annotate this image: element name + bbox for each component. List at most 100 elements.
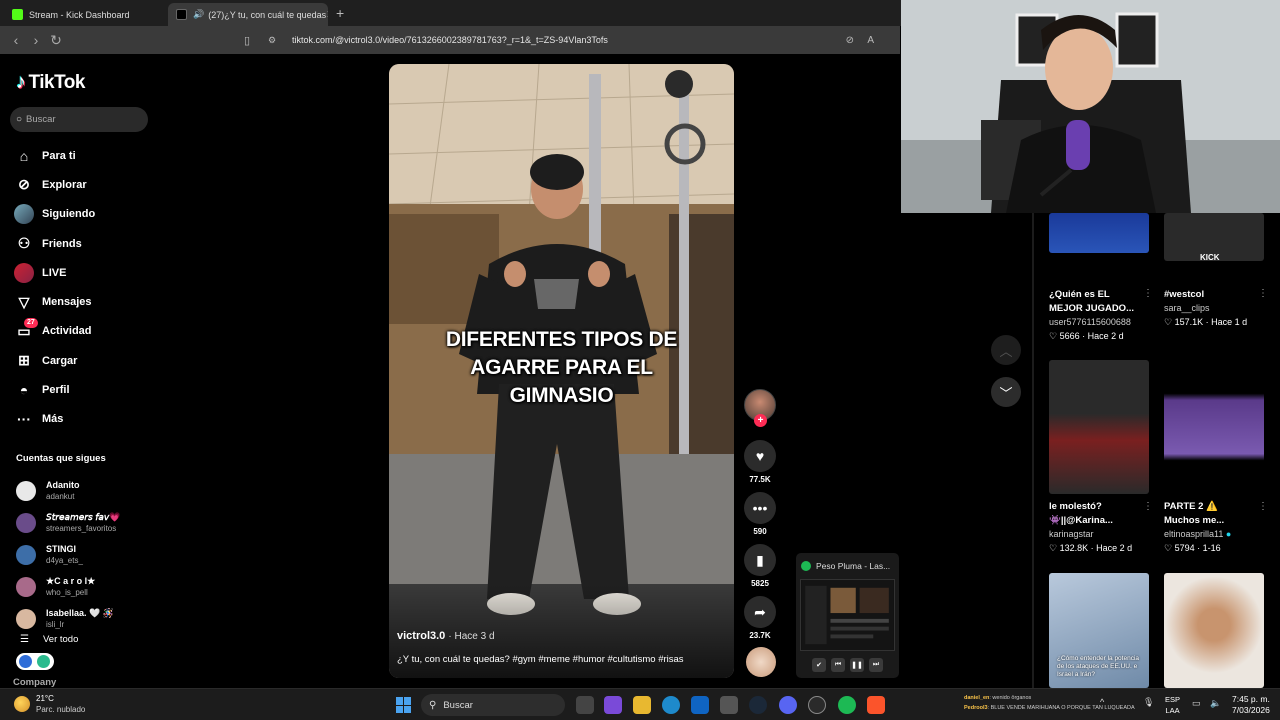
store-icon[interactable] (720, 696, 738, 714)
language-indicator[interactable]: ESP LAA (1165, 694, 1180, 716)
edge-icon[interactable] (662, 696, 680, 714)
nav-item-friends[interactable]: ⚇ Friends (14, 229, 154, 258)
share-button[interactable]: ➦ 23.7K (744, 596, 776, 640)
bookmark-icon: ▮ (744, 544, 776, 576)
caption-line: GIMNASIO (509, 384, 614, 407)
recommendation-card[interactable]: ⋮ ¿Quién es EL MEJOR JUGADO... user57761… (1049, 288, 1153, 343)
like-button[interactable]: ♥ 77.5K (744, 440, 776, 484)
nav-label: Para ti (42, 149, 76, 162)
discord-icon[interactable] (779, 696, 797, 714)
network-icon[interactable]: ▭ (1192, 698, 1201, 709)
pause-icon[interactable]: ❚❚ (850, 658, 864, 672)
task-view-icon[interactable] (576, 696, 594, 714)
recommendation-card[interactable]: ¿Cómo entender la potencia de los ataque… (1049, 573, 1149, 688)
previous-video-button[interactable]: ︿ (991, 335, 1021, 365)
account-handle: d4ya_ets_ (46, 556, 83, 565)
system-clock[interactable]: 7:45 p. m. 7/03/2026 (1232, 694, 1270, 716)
more-options-icon[interactable]: ⋮ (1258, 288, 1268, 299)
kick-overlay: KICK (1200, 253, 1220, 261)
list-item[interactable]: STINGI d4ya_ets_ (16, 539, 156, 571)
recommendation-card[interactable]: ⋮ #westcol sara__clips ♡ 157.1K · Hace 1… (1164, 288, 1268, 329)
save-button[interactable]: ▮ 5825 (744, 544, 776, 588)
nav-item-siguiendo[interactable]: Siguiendo (14, 200, 154, 229)
search-input[interactable]: ○ Buscar (10, 107, 148, 132)
recommendation-card[interactable]: ⋮ PARTE 2 ⚠️ Muchos me... eltinoasprilla… (1164, 360, 1268, 555)
nav-label: Actividad (42, 325, 92, 338)
site-info-icon[interactable]: ⚙ (268, 35, 284, 46)
comment-button[interactable]: ••• 590 (744, 492, 776, 536)
recommendation-card[interactable] (1164, 573, 1264, 688)
brave-icon[interactable] (867, 696, 885, 714)
translate-icon[interactable]: A (867, 35, 874, 46)
file-explorer-icon[interactable] (633, 696, 651, 714)
live-icon (14, 262, 34, 283)
previous-icon[interactable]: ⏮ (831, 658, 845, 672)
obs-icon[interactable] (808, 696, 826, 714)
steam-icon[interactable] (749, 696, 767, 714)
more-options-icon[interactable]: ⋮ (1258, 501, 1268, 512)
main-nav: ⌂ Para ti ⊘ Explorar Siguiendo ⚇ Friends… (14, 141, 154, 434)
next-video-button[interactable]: ﹀ (991, 377, 1021, 407)
more-options-icon[interactable]: ⋮ (1143, 501, 1153, 512)
recommendation-card[interactable]: ⋮ le molestó? 👾||@Karina... karinagstar … (1049, 360, 1153, 555)
list-item[interactable]: Isabellaa. 🤍 🪅 isli_lr (16, 603, 156, 635)
volume-icon[interactable]: 🔈 (1210, 698, 1221, 709)
plus-icon[interactable]: + (336, 5, 344, 21)
list-item[interactable]: ★C a r o l★ who_is_pell (16, 571, 156, 603)
post-age: 1-16 (1202, 543, 1221, 553)
recommendation-card[interactable] (1049, 213, 1149, 253)
see-all-label: Ver todo (42, 634, 79, 645)
list-item[interactable]: 𝘚𝘵𝘳𝘦𝘢𝘮𝘦𝘳𝘴 𝘧𝘢𝘷💗 streamers_favoritos (16, 507, 156, 539)
account-name: STINGI (46, 544, 77, 554)
mic-icon[interactable]: 🎙 (1143, 697, 1154, 708)
company-link[interactable]: Company (13, 677, 56, 688)
close-icon[interactable]: ✕ (326, 8, 328, 21)
widgets-icon[interactable] (604, 696, 622, 714)
nav-item-mas[interactable]: ··· Más (14, 405, 154, 434)
spotify-mini-player[interactable]: Peso Pluma - Las... ✔ ⏮ ❚❚ ⏭ (796, 553, 899, 678)
weather-widget[interactable]: 21°C Parc. nublado (14, 693, 85, 715)
video-author[interactable]: victrol3.0 · Hace 3 d (397, 630, 495, 642)
tab-label: (27)¿Y tu, con cuál te quedas (208, 9, 327, 20)
nav-item-mensajes[interactable]: ▽ Mensajes (14, 287, 154, 316)
post-age: Hace 1 d (1211, 317, 1248, 327)
nav-item-live[interactable]: LIVE (14, 258, 154, 287)
bookmark-icon[interactable]: ▯ (244, 34, 260, 47)
url-field[interactable]: ▯ ⚙ tiktok.com/@victrol3.0/video/7613266… (244, 29, 884, 51)
tracking-off-icon[interactable]: ⊘ (846, 35, 854, 46)
see-all-button[interactable]: ☰ Ver todo (20, 634, 78, 645)
theme-toggle[interactable] (16, 653, 54, 670)
chat-user: Pedrool3 (964, 705, 988, 711)
nav-item-actividad[interactable]: ▭ 27 Actividad (14, 317, 154, 346)
more-options-icon[interactable]: ⋮ (1143, 288, 1153, 299)
next-icon[interactable]: ⏭ (869, 658, 883, 672)
spotify-icon[interactable] (838, 696, 856, 714)
tab-tiktok-video[interactable]: 🔊 (27)¿Y tu, con cuál te quedas ✕ (168, 3, 328, 26)
nav-item-para-ti[interactable]: ⌂ Para ti (14, 141, 154, 170)
video-player[interactable]: DIFERENTES TIPOS DE AGARRE PARA EL GIMNA… (389, 64, 734, 678)
outlook-icon[interactable] (691, 696, 709, 714)
list-item[interactable]: Adanito adankut (16, 475, 156, 507)
tiktok-logo[interactable]: ♪ TikTok (16, 71, 85, 94)
video-thumbnail: ¿Cómo entender la potencia de los ataque… (1049, 573, 1149, 688)
check-icon[interactable]: ✔ (812, 658, 826, 672)
nav-item-cargar[interactable]: ⊞ Cargar (14, 346, 154, 375)
recommendation-card[interactable]: KICK (1164, 213, 1264, 261)
chevron-up-icon[interactable]: ^ (1100, 697, 1104, 707)
post-age: · Hace 3 d (448, 631, 495, 642)
forward-icon[interactable]: › (26, 32, 46, 48)
video-title: ¿Quién es EL MEJOR JUGADO... (1049, 289, 1134, 314)
taskbar-search[interactable]: ⚲ Buscar (421, 694, 565, 716)
music-disc-icon[interactable] (746, 647, 776, 677)
reload-icon[interactable]: ↻ (46, 32, 66, 49)
back-icon[interactable]: ‹ (6, 32, 26, 48)
windows-start-icon[interactable] (396, 697, 412, 713)
nav-item-explorar[interactable]: ⊘ Explorar (14, 170, 154, 199)
tiktok-sidebar: ♪ TikTok ○ Buscar ⌂ Para ti ⊘ Explorar S… (0, 54, 160, 688)
account-handle: who_is_pell (46, 588, 88, 597)
follow-plus-icon[interactable]: + (754, 414, 767, 427)
tab-kick-dashboard[interactable]: Stream - Kick Dashboard (4, 3, 164, 26)
weather-icon (14, 696, 30, 712)
home-icon: ⌂ (19, 147, 29, 164)
nav-item-perfil[interactable]: ◓ Perfil (14, 375, 154, 404)
